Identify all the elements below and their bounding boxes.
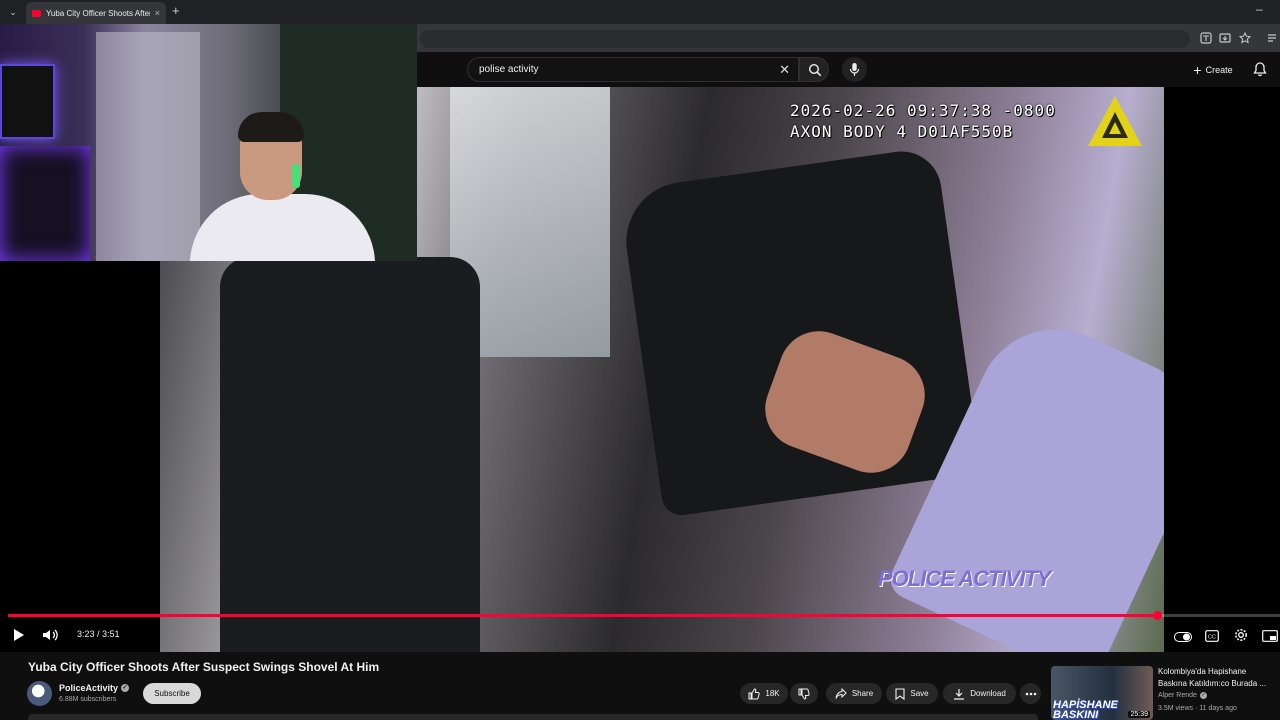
download-button[interactable]: Download bbox=[943, 683, 1016, 704]
channel-name-row[interactable]: PoliceActivity ✓ bbox=[59, 683, 130, 693]
channel-watermark: POLICE ACTIVITY bbox=[878, 566, 1051, 591]
axon-logo-icon bbox=[1088, 96, 1142, 146]
share-label: Share bbox=[851, 689, 874, 698]
save-label: Save bbox=[910, 689, 929, 698]
autoplay-toggle-icon[interactable] bbox=[1174, 629, 1192, 645]
tab-title: Yuba City Officer Shoots After S bbox=[46, 8, 150, 18]
recommended-video-thumbnail[interactable]: HAPİSHANE BASKINI 25:39 bbox=[1051, 666, 1153, 720]
share-arrow-icon bbox=[835, 687, 847, 699]
minimize-window-button[interactable]: – bbox=[1256, 2, 1263, 16]
search-input[interactable]: polise activity ✕ bbox=[467, 57, 799, 82]
subscriber-count: 6.88M subscribers bbox=[59, 696, 117, 703]
thumbs-up-icon bbox=[748, 687, 761, 699]
video-title: Yuba City Officer Shoots After Suspect S… bbox=[28, 660, 380, 674]
channel-name[interactable]: PoliceActivity bbox=[59, 683, 118, 693]
progress-bar-fill bbox=[8, 614, 1158, 617]
browser-tab-strip bbox=[0, 0, 1280, 24]
bodycam-device-id: AXON BODY 4 D01AF550B bbox=[790, 122, 1014, 141]
extensions-icon[interactable] bbox=[1266, 32, 1278, 44]
download-icon bbox=[954, 688, 965, 700]
browser-tab-active[interactable]: Yuba City Officer Shoots After S × bbox=[26, 2, 166, 24]
recommended-duration: 25:39 bbox=[1128, 711, 1150, 718]
bookmark-star-icon[interactable] bbox=[1238, 31, 1252, 44]
door-shape bbox=[96, 32, 200, 261]
youtube-favicon-icon bbox=[32, 9, 41, 17]
more-dots-icon bbox=[1025, 692, 1036, 695]
plus-icon: + bbox=[1193, 61, 1202, 78]
recommended-meta: 3.5M views · 11 days ago bbox=[1158, 705, 1237, 712]
progress-bar[interactable] bbox=[8, 614, 1280, 617]
miniplayer-icon[interactable] bbox=[1262, 628, 1278, 644]
like-button[interactable]: 18K bbox=[740, 683, 788, 704]
recommended-channel-row[interactable]: Alper Rende ✓ bbox=[1158, 692, 1207, 699]
translate-icon[interactable] bbox=[1200, 32, 1212, 44]
microphone-icon bbox=[849, 63, 860, 76]
notifications-bell-icon[interactable] bbox=[1252, 61, 1268, 77]
search-query-text: polise activity bbox=[479, 64, 539, 75]
neon-monitor-shape bbox=[0, 64, 55, 139]
more-actions-button[interactable] bbox=[1020, 683, 1041, 704]
captions-icon[interactable]: CC bbox=[1205, 628, 1219, 644]
svg-text:CC: CC bbox=[1208, 635, 1216, 641]
bodycam-datetime: 2026-02-26 09:37:38 -0800 bbox=[790, 101, 1056, 120]
recommended-video-title[interactable]: Kolombiya'da Hapishane Baskına Katıldım:… bbox=[1158, 666, 1274, 690]
tab-search-icon[interactable]: ⌄ bbox=[6, 5, 20, 19]
streamer-hair-shape bbox=[238, 112, 304, 142]
search-button[interactable] bbox=[799, 57, 829, 82]
share-button[interactable]: Share bbox=[826, 683, 882, 704]
description-box-edge[interactable] bbox=[28, 714, 1038, 720]
search-icon bbox=[808, 63, 822, 77]
dislike-button[interactable] bbox=[790, 683, 818, 704]
create-button[interactable]: + Create bbox=[1183, 58, 1243, 81]
streamer-webcam-overlay bbox=[0, 24, 417, 261]
voice-search-button[interactable] bbox=[842, 57, 867, 82]
new-tab-button[interactable]: + bbox=[172, 3, 180, 18]
officer-center-shape bbox=[618, 146, 982, 518]
subscribe-button[interactable]: Subscribe bbox=[143, 683, 201, 704]
create-label: Create bbox=[1205, 64, 1233, 75]
channel-avatar[interactable] bbox=[27, 681, 52, 706]
like-count: 18K bbox=[765, 689, 780, 698]
tab-close-icon[interactable]: × bbox=[155, 8, 160, 18]
bodycam-timestamp-overlay: 2026-02-26 09:37:38 -0800 AXON BODY 4 D01… bbox=[790, 100, 1056, 142]
volume-icon[interactable] bbox=[42, 627, 60, 643]
headset-shape bbox=[292, 164, 300, 188]
recommended-channel[interactable]: Alper Rende bbox=[1158, 692, 1197, 699]
pc-case-shape bbox=[0, 146, 90, 261]
install-app-icon[interactable] bbox=[1219, 32, 1231, 44]
play-icon[interactable] bbox=[13, 627, 25, 643]
download-label: Download bbox=[970, 689, 1006, 698]
verified-check-icon: ✓ bbox=[121, 684, 130, 692]
thumbs-down-icon bbox=[798, 688, 810, 700]
time-display: 3:23 / 3:51 bbox=[77, 629, 120, 639]
verified-check-icon: ✓ bbox=[1199, 692, 1207, 699]
settings-gear-icon[interactable] bbox=[1234, 627, 1248, 643]
officer-left-shape bbox=[220, 257, 480, 652]
save-button[interactable]: Save bbox=[886, 683, 938, 704]
bookmark-icon bbox=[895, 687, 905, 700]
address-bar[interactable] bbox=[420, 30, 1190, 48]
clear-search-icon[interactable]: ✕ bbox=[779, 62, 790, 78]
